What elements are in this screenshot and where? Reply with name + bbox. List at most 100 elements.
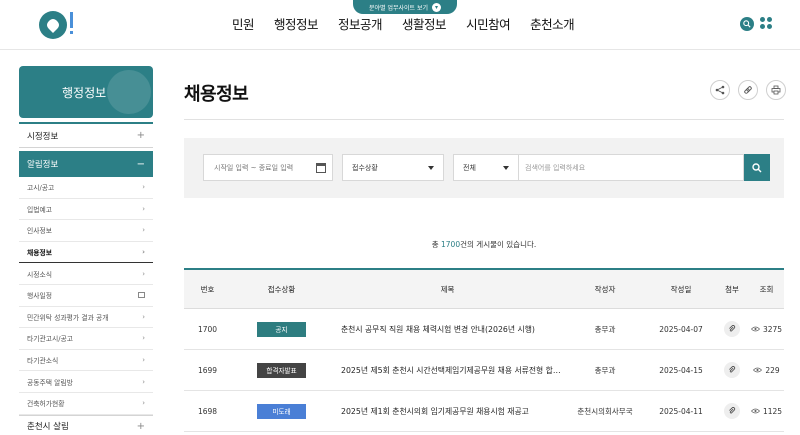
search-button[interactable] [744, 154, 770, 181]
share-icon [715, 85, 725, 95]
col-no: 번호 [200, 284, 215, 294]
copy-link-button[interactable] [738, 80, 758, 100]
plus-icon: + [136, 130, 145, 141]
sidebar-item-consignment[interactable]: 민간위탁 성과평가 결과 공개 › [19, 307, 153, 329]
search-field-select[interactable]: 전체 [453, 154, 519, 181]
caret-down-icon [503, 165, 509, 170]
row-title-link[interactable]: 2025년 제5회 춘천시 시간선택제임기제공무원 채용 서류전형 합격자… [332, 365, 563, 376]
status-badge: 합격자발표 [257, 362, 306, 378]
caret-down-icon [428, 165, 434, 170]
printer-icon [771, 85, 781, 95]
share-button[interactable] [710, 80, 730, 100]
row-title-link[interactable]: 2025년 제1회 춘천시의회 임기제공무원 채용시험 재공고 [332, 406, 563, 417]
chevron-right-icon: › [142, 399, 145, 408]
nav-item-citizen[interactable]: 시민참여 [466, 14, 511, 33]
row-date: 2025-04-11 [659, 406, 703, 416]
col-views: 조회 [759, 284, 774, 294]
search-icon [743, 20, 751, 28]
date-range-input[interactable]: 시작일 입력 ~ 종료일 입력 [203, 154, 333, 181]
sidebar-item-building-permit[interactable]: 건축허가현황 › [19, 393, 153, 415]
search-filter-bar: 시작일 입력 ~ 종료일 입력 접수상황 전체 [184, 138, 784, 198]
chevron-right-icon: › [142, 248, 145, 257]
calendar-icon[interactable] [316, 163, 326, 173]
external-window-icon [138, 292, 145, 299]
page-title: 채용정보 [184, 84, 249, 105]
chevron-right-icon: › [142, 204, 145, 213]
status-select[interactable]: 접수상황 [342, 154, 444, 181]
sidebar-group-notice-info[interactable]: 알림정보 − [19, 151, 153, 177]
eye-icon [750, 326, 760, 332]
minus-icon: − [136, 158, 145, 170]
eye-icon [750, 408, 760, 414]
sidebar-group-label: 춘천시 살림 [27, 422, 69, 433]
sidebar-group-label: 시정정보 [27, 131, 59, 142]
search-icon [752, 162, 762, 172]
nav-item-minwon[interactable]: 민원 [232, 14, 255, 33]
sidebar-item-label: 고시/공고 [27, 184, 55, 193]
result-count-number: 1700 [441, 240, 461, 249]
chevron-right-icon: › [142, 334, 145, 343]
row-writer: 총무과 [594, 324, 616, 334]
sidebar-item-label: 인사정보 [27, 227, 53, 236]
sidebar-item-city-news[interactable]: 시정소식 › [19, 263, 153, 285]
sidebar-item-recruitment[interactable]: 채용정보 › [19, 242, 153, 264]
row-writer: 총무과 [594, 365, 616, 375]
link-icon [744, 86, 752, 94]
sidebar-item-other-news[interactable]: 타기관소식 › [19, 350, 153, 372]
sidebar-item-legislation[interactable]: 입법예고 › [19, 199, 153, 221]
title-divider [184, 119, 784, 120]
sidebar-item-label: 시정소식 [27, 270, 53, 279]
row-views: 3275 [762, 324, 783, 334]
table-row: 1700 공지 춘천시 공무직 직원 채용 체력시험 변경 안내(2026년 시… [184, 309, 784, 350]
table-row: 1698 미도래 2025년 제1회 춘천시의회 임기제공무원 채용시험 재공고… [184, 391, 784, 432]
col-title: 제목 [440, 284, 455, 294]
row-writer: 춘천시의회사무국 [577, 406, 633, 416]
sidebar-item-apartment[interactable]: 공동주택 알림방 › [19, 371, 153, 393]
sidebar-item-personnel[interactable]: 인사정보 › [19, 220, 153, 242]
chevron-right-icon: › [142, 377, 145, 386]
field-sites-toggle[interactable]: 분야별 업무사이트 보기 ▾ [353, 0, 457, 14]
table-header: 번호 접수상황 제목 작성자 작성일 첨부 조회 [184, 268, 784, 309]
chuncheon-logo-icon[interactable] [38, 8, 78, 42]
nav-item-about[interactable]: 춘천소개 [530, 14, 575, 33]
result-count: 총 1700건의 게시물이 있습니다. [431, 240, 537, 249]
print-button[interactable] [766, 80, 786, 100]
site-header: 분야별 업무사이트 보기 ▾ 민원 행정정보 정보공개 생활정보 시민참여 춘천… [0, 0, 800, 50]
row-no: 1699 [197, 365, 218, 375]
date-range-placeholder: 시작일 입력 ~ 종료일 입력 [214, 163, 294, 172]
chevron-right-icon: › [142, 269, 145, 278]
status-badge: 공지 [257, 321, 306, 337]
chevron-right-icon: › [142, 183, 145, 192]
row-views: 1125 [762, 406, 783, 416]
sidebar-item-notice[interactable]: 고시/공고 › [19, 177, 153, 199]
sidebar-group-city-budget[interactable]: 춘천시 살림 + [19, 414, 153, 435]
keyword-input[interactable] [519, 154, 744, 181]
col-date: 작성일 [670, 284, 692, 294]
col-status: 접수상황 [267, 284, 296, 294]
nav-item-admin-info[interactable]: 행정정보 [274, 14, 319, 33]
row-no: 1700 [197, 324, 218, 334]
row-title-link[interactable]: 춘천시 공무직 직원 채용 체력시험 변경 안내(2026년 시행) [332, 324, 563, 335]
all-menu-icon[interactable] [760, 17, 772, 29]
row-no: 1698 [197, 406, 218, 416]
chevron-right-icon: › [142, 226, 145, 235]
main-nav: 민원 행정정보 정보공개 생활정보 시민참여 춘천소개 [232, 14, 575, 33]
nav-item-living-info[interactable]: 생활정보 [402, 14, 447, 33]
paperclip-icon[interactable] [724, 362, 740, 378]
paperclip-icon[interactable] [724, 403, 740, 419]
sidebar-item-other-notice[interactable]: 타기관고시/공고 › [19, 328, 153, 350]
eye-icon [753, 367, 763, 373]
sidebar-item-label: 타기관소식 [27, 357, 59, 366]
sidebar-item-label: 타기관고시/공고 [27, 335, 74, 344]
sidebar-item-label: 공동주택 알림방 [27, 378, 73, 387]
paperclip-icon[interactable] [724, 321, 740, 337]
sidebar-title: 행정정보 [19, 66, 153, 118]
nav-item-info-disclosure[interactable]: 정보공개 [338, 14, 383, 33]
sidebar-group-city-info[interactable]: 시정정보 + [19, 122, 153, 148]
sidebar-menu: 시정정보 + 알림정보 − 고시/공고 › 입법예고 › 인사정보 › 채용정보 › 시… [19, 122, 153, 435]
header-search-button[interactable] [740, 17, 754, 31]
sidebar-item-label: 민간위탁 성과평가 결과 공개 [27, 313, 109, 322]
col-writer: 작성자 [594, 284, 616, 294]
col-attach: 첨부 [725, 284, 739, 294]
sidebar-item-events[interactable]: 행사일정 [19, 285, 153, 307]
